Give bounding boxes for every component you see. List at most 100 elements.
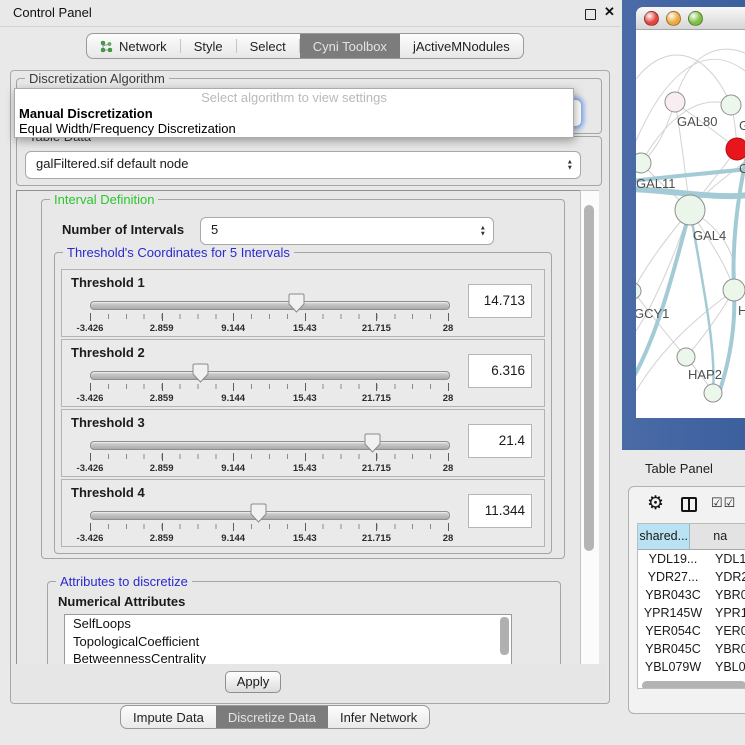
table-panel-title: Table Panel [645,461,713,476]
threshold-value-field[interactable]: 6.316 [468,354,532,388]
slider-track[interactable] [90,301,450,310]
cell-shared-name[interactable]: YBR043C [638,586,708,604]
close-icon[interactable]: ✕ [604,4,615,20]
attribute-list-item[interactable]: TopologicalCoefficient [65,633,511,651]
network-node[interactable] [723,279,745,301]
threshold-slider[interactable]: -3.4262.8599.14415.4321.71528 [86,502,456,544]
horizontal-scrollbar-thumb[interactable] [642,681,745,689]
table-row[interactable]: YLR345WYLR3 [638,676,745,678]
tick-label: 21.715 [362,533,391,544]
threshold-value-field[interactable]: 14.713 [468,284,532,318]
network-edge [718,151,745,396]
table-row[interactable]: YER054CYER0 [638,622,745,640]
table-row[interactable]: YPR145WYPR1 [638,604,745,622]
network-window-titlebar [636,7,745,30]
slider-track[interactable] [90,371,450,380]
table-row[interactable]: YBL079WYBL0 [638,658,745,676]
cell-shared-name[interactable]: YLR345W [638,676,708,678]
scrollbar-thumb[interactable] [584,205,594,551]
slider-thumb[interactable] [364,433,381,453]
checkbox-icons[interactable]: ☑☑ [711,495,736,511]
network-node[interactable] [675,195,705,225]
table-row[interactable]: YBR043CYBR0 [638,586,745,604]
threshold-slider[interactable]: -3.4262.8599.14415.4321.71528 [86,432,456,474]
cell-name[interactable]: YPR1 [708,604,745,622]
cell-name[interactable]: YBR0 [708,640,745,658]
tab-impute-data[interactable]: Impute Data [121,706,216,728]
tab-discretize-data[interactable]: Discretize Data [216,706,328,728]
network-edge [675,49,745,102]
minimize-traffic-light[interactable] [666,11,681,26]
tick-label: -3.426 [77,463,104,474]
cell-shared-name[interactable]: YPR145W [638,604,708,622]
zoom-traffic-light[interactable] [688,11,703,26]
table-panel: ⚙ ☑☑ shared... na YDL19...YDL1YDR27...YD… [628,486,745,714]
slider-thumb[interactable] [192,363,209,383]
cell-shared-name[interactable]: YDL19... [638,550,708,568]
tab-cyni-toolbox[interactable]: Cyni Toolbox [300,34,400,58]
close-traffic-light[interactable] [644,11,659,26]
gear-icon[interactable]: ⚙ [647,492,664,515]
tab-select[interactable]: Select [237,34,299,58]
cell-shared-name[interactable]: YBL079W [638,658,708,676]
cell-name[interactable]: YDR2 [708,568,745,586]
table-data-combobox[interactable]: galFiltered.sif default node ▲▼ [25,151,581,179]
network-node[interactable] [704,384,722,402]
threshold-slider[interactable]: -3.4262.8599.14415.4321.71528 [86,292,456,334]
tick-label: 2.859 [150,533,174,544]
network-node[interactable] [726,138,745,160]
tick-label: 15.43 [293,533,317,544]
settings-scroll-area: Interval Definition Number of Intervals … [16,190,582,666]
float-window-icon[interactable] [585,9,596,20]
cell-shared-name[interactable]: YER054C [638,622,708,640]
table-row[interactable]: YDL19...YDL1 [638,550,745,568]
slider-thumb[interactable] [288,293,305,313]
tab-style[interactable]: Style [181,34,236,58]
threshold-value-field[interactable]: 21.4 [468,424,532,458]
list-scrollbar[interactable] [500,617,509,655]
cell-shared-name[interactable]: YBR045C [638,640,708,658]
column-header-shared-name[interactable]: shared... [638,524,690,549]
attribute-list-item[interactable]: SelfLoops [65,615,511,633]
split-columns-icon[interactable] [681,497,697,512]
network-canvas[interactable]: GAL80GCGAL11GAL4GCY1HHAP2 [636,30,745,418]
threshold-slider[interactable]: -3.4262.8599.14415.4321.71528 [86,362,456,404]
tick-label: 9.144 [221,463,245,474]
network-node[interactable] [721,95,741,115]
tab-label: jActiveMNodules [413,39,510,54]
tab-network[interactable]: Network [87,34,180,58]
column-header-name[interactable]: na [690,524,745,549]
numerical-attributes-list[interactable]: SelfLoopsTopologicalCoefficientBetweenne… [64,614,512,666]
tick-label: 21.715 [362,463,391,474]
cell-name[interactable]: YLR3 [708,676,745,678]
table-panel-toolbar: ⚙ ☑☑ [629,487,745,521]
network-node[interactable] [677,348,695,366]
network-node[interactable] [665,92,685,112]
cell-name[interactable]: YBR0 [708,586,745,604]
cell-name[interactable]: YBL0 [708,658,745,676]
table-row[interactable]: YDR27...YDR2 [638,568,745,586]
num-intervals-combobox[interactable]: 5 ▲▼ [200,217,494,245]
table-header-row: shared... na [638,524,745,550]
slider-thumb[interactable] [250,503,267,523]
tab-jactivemnodules[interactable]: jActiveMNodules [400,34,523,58]
network-node[interactable] [636,283,641,299]
tab-infer-network[interactable]: Infer Network [328,706,429,728]
slider-track[interactable] [90,441,450,450]
node-label: HAP2 [688,367,722,382]
slider-track[interactable] [90,511,450,520]
tick-label: 15.43 [293,463,317,474]
cell-name[interactable]: YER0 [708,622,745,640]
network-node[interactable] [636,153,651,173]
thresholds-group: Threshold's Coordinates for 5 Intervals … [54,252,552,554]
tick-label: -3.426 [77,533,104,544]
vertical-scrollbar[interactable] [580,190,599,666]
cell-name[interactable]: YDL1 [708,550,745,568]
cell-shared-name[interactable]: YDR27... [638,568,708,586]
spinner-arrows-icon: ▲▼ [480,226,486,237]
dropdown-option-equal-width[interactable]: Equal Width/Frequency Discretization [15,121,573,136]
threshold-value-field[interactable]: 11.344 [468,494,532,528]
dropdown-option-manual[interactable]: Manual Discretization [15,106,573,121]
table-row[interactable]: YBR045CYBR0 [638,640,745,658]
apply-button[interactable]: Apply [225,671,281,693]
